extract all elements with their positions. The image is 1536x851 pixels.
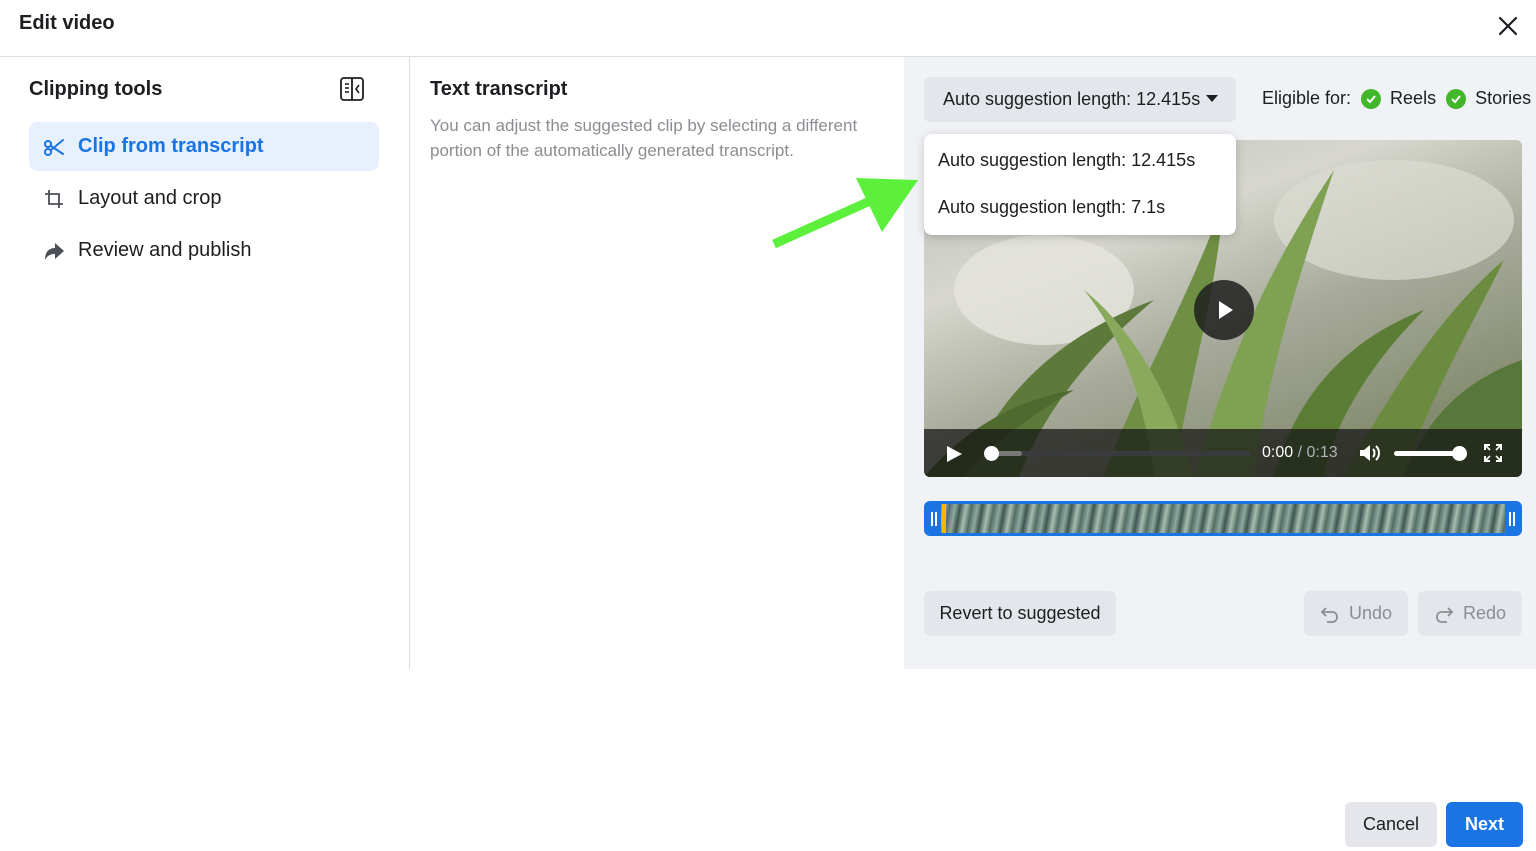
share-arrow-icon	[41, 238, 67, 264]
crop-icon	[41, 186, 67, 212]
clipping-tools-title: Clipping tools	[29, 78, 163, 100]
dropdown-selected-value: Auto suggestion length: 12.415s	[943, 89, 1201, 109]
tool-review-and-publish[interactable]: Review and publish	[29, 226, 379, 275]
dialog-header: Edit video	[0, 0, 1536, 57]
undo-label: Undo	[1348, 603, 1393, 623]
cancel-button[interactable]: Cancel	[1345, 802, 1437, 847]
cancel-label: Cancel	[1362, 814, 1420, 834]
dialog-title: Edit video	[19, 12, 115, 34]
suggestion-length-menu: Auto suggestion length: 12.415s Auto sug…	[924, 134, 1236, 235]
fullscreen-button[interactable]	[1483, 443, 1503, 463]
play-button[interactable]	[944, 444, 964, 464]
annotation-arrow-icon	[772, 178, 918, 249]
tool-label: Review and publish	[78, 239, 252, 261]
revert-to-suggested-button[interactable]: Revert to suggested	[924, 591, 1116, 636]
timeline-playhead[interactable]	[942, 504, 946, 533]
timeline-end-handle[interactable]	[1505, 504, 1519, 533]
eligible-target-stories: Stories	[1475, 88, 1532, 108]
time-separator: /	[1297, 444, 1303, 461]
transcript-title: Text transcript	[430, 78, 568, 100]
eligible-target-reels: Reels	[1390, 88, 1437, 108]
tool-clip-from-transcript[interactable]: Clip from transcript	[29, 122, 379, 171]
check-circle-icon	[1361, 88, 1382, 109]
current-time: 0:00	[1262, 444, 1294, 461]
volume-fill	[1394, 451, 1460, 456]
duration: 0:13	[1306, 444, 1338, 461]
tool-label: Layout and crop	[78, 187, 222, 209]
play-icon	[947, 446, 962, 462]
menu-option-71s[interactable]: Auto suggestion length: 7.1s	[938, 197, 1165, 218]
fullscreen-icon	[1484, 444, 1502, 462]
next-button[interactable]: Next	[1446, 802, 1523, 847]
tool-layout-and-crop[interactable]: Layout and crop	[29, 174, 379, 223]
redo-icon	[1436, 606, 1454, 623]
video-controls: 0:00 / 0:13	[924, 429, 1522, 477]
redo-button[interactable]: Redo	[1418, 591, 1522, 636]
play-icon	[1219, 301, 1233, 319]
tool-label: Clip from transcript	[78, 135, 264, 157]
caret-down-icon	[1206, 95, 1218, 102]
redo-label: Redo	[1462, 603, 1507, 623]
volume-slider[interactable]	[1394, 446, 1467, 461]
scissors-icon	[41, 134, 67, 160]
undo-button[interactable]: Undo	[1304, 591, 1408, 636]
volume-handle[interactable]	[1452, 446, 1467, 461]
timeline-start-handle[interactable]	[927, 504, 941, 533]
close-icon	[1498, 16, 1518, 36]
time-display: 0:00 / 0:13	[1262, 444, 1338, 462]
collapse-panel-button[interactable]	[338, 75, 366, 103]
sidebar-toggle-icon	[340, 77, 364, 101]
clipping-tools-panel: Clipping tools Clip from transcript Layo…	[0, 57, 410, 669]
suggestion-length-dropdown[interactable]: Auto suggestion length: 12.415s	[924, 77, 1236, 122]
eligible-label: Eligible for:	[1262, 88, 1352, 108]
undo-icon	[1320, 606, 1338, 623]
revert-label: Revert to suggested	[939, 603, 1101, 623]
next-label: Next	[1464, 814, 1504, 834]
volume-icon	[1360, 445, 1380, 461]
eligibility-info: Eligible for: Reels Stories	[1262, 88, 1531, 109]
center-play-button[interactable]	[1194, 280, 1254, 340]
volume-button[interactable]	[1358, 442, 1382, 464]
transcript-description: You can adjust the suggested clip by sel…	[430, 116, 858, 160]
clip-timeline[interactable]	[924, 501, 1522, 536]
transcript-panel: Text transcript You can adjust the sugge…	[410, 57, 904, 669]
seek-bar[interactable]	[984, 446, 1251, 461]
seek-handle[interactable]	[984, 446, 999, 461]
check-circle-icon	[1446, 88, 1467, 109]
menu-option-12415s[interactable]: Auto suggestion length: 12.415s	[938, 150, 1195, 171]
close-button[interactable]	[1490, 8, 1526, 44]
